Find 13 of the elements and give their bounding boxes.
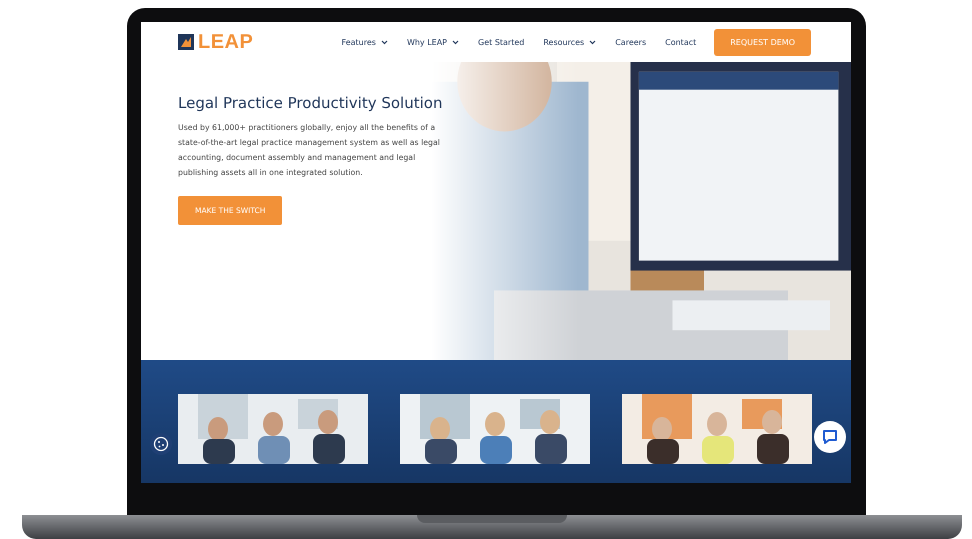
nav-link[interactable]: Get Started: [478, 38, 524, 46]
chevron-down-icon: [380, 40, 388, 44]
chat-icon[interactable]: [814, 421, 846, 453]
nav-link[interactable]: Why LEAP: [406, 38, 460, 46]
cookie-icon[interactable]: [150, 433, 172, 455]
chevron-down-icon: [589, 40, 596, 44]
hero-title: Legal Practice Productivity Solution: [178, 94, 444, 112]
nav-link[interactable]: Resources: [543, 38, 596, 46]
chevron-down-icon: [452, 40, 460, 44]
logo-icon: [178, 34, 194, 50]
nav-link[interactable]: Careers: [615, 38, 646, 46]
nav-link[interactable]: Contact: [665, 38, 696, 46]
nav-link[interactable]: Features: [342, 38, 388, 46]
